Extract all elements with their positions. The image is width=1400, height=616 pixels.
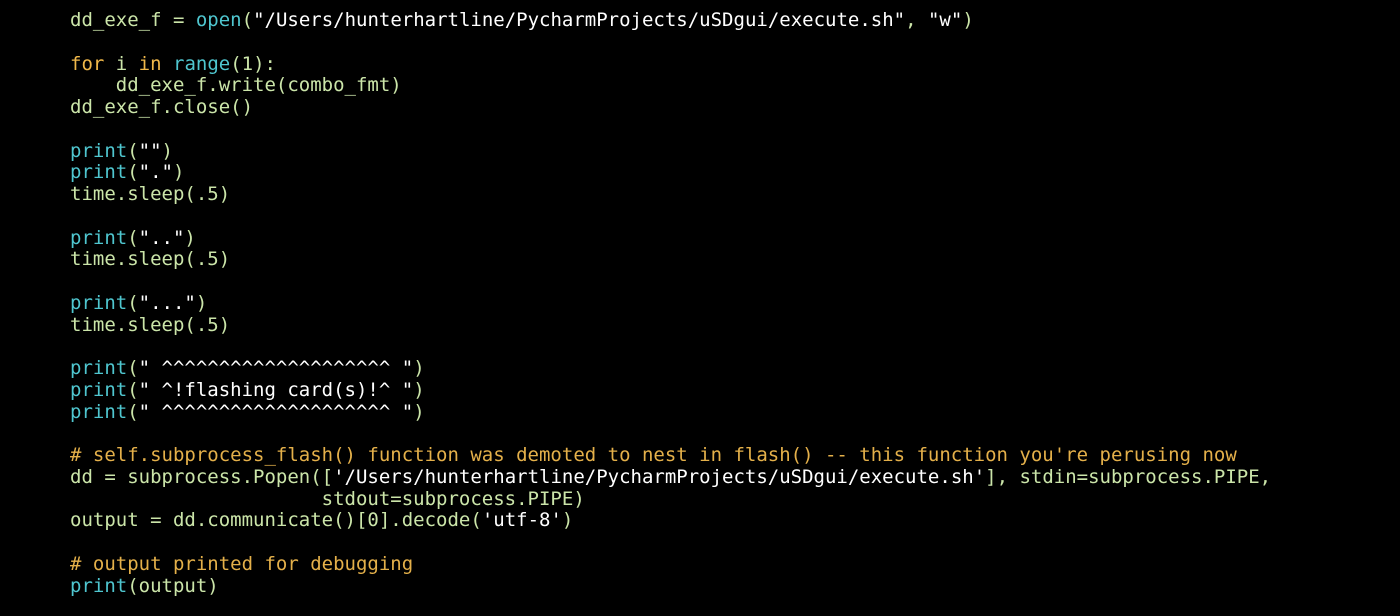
code-token: print (70, 357, 128, 379)
code-token: ) (561, 509, 574, 532)
code-token: open (195, 9, 242, 31)
code-token: ) (413, 378, 425, 401)
code-line: print(" ^^^^^^^^^^^^^^^^^^^^ ") (70, 400, 1390, 424)
code-token: 'utf-8' (481, 509, 562, 532)
code-token: i (104, 52, 139, 75)
code-token: " ^^^^^^^^^^^^^^^^^^^^ " (138, 400, 414, 423)
code-token: "w" (927, 9, 963, 31)
code-line: dd_exe_f.write(combo_fmt) (70, 74, 1390, 97)
code-token: "" (138, 139, 162, 162)
code-token: ( (127, 226, 139, 249)
code-line: for i in range(1): (70, 52, 1390, 76)
code-token: ( (127, 139, 139, 162)
code-token: print (70, 378, 128, 401)
code-token: dd_exe_f.close() (70, 96, 254, 118)
code-token: dd_exe_f = (70, 9, 196, 31)
code-line: # self.subprocess_flash() function was d… (70, 444, 1390, 467)
code-line: output = dd.communicate()[0].decode('utf… (70, 509, 1390, 532)
code-token: time.sleep(.5) (70, 248, 231, 271)
code-token: print (70, 226, 128, 249)
code-line: time.sleep(.5) (70, 248, 1390, 271)
code-line: print(" ^!flashing card(s)!^ ") (70, 378, 1390, 402)
code-token: (1): (230, 52, 276, 75)
code-line: time.sleep(.5) (70, 183, 1390, 206)
code-token: print (70, 139, 128, 162)
code-line: print(output) (70, 574, 1390, 598)
code-token: time.sleep(.5) (70, 313, 231, 336)
code-line: print("..") (70, 226, 1390, 250)
code-token: " ^^^^^^^^^^^^^^^^^^^^ " (138, 357, 414, 379)
code-token: dd_exe_f.write(combo_fmt) (70, 74, 402, 97)
code-token: dd = subprocess.Popen([ (70, 465, 334, 488)
code-token: ) (184, 226, 196, 249)
code-line: time.sleep(.5) (70, 313, 1390, 337)
code-token: ".." (138, 226, 185, 249)
code-editor: dd_exe_f = open("/Users/hunterhartline/P… (70, 9, 1390, 598)
code-token: ) (413, 400, 425, 423)
code-line: dd_exe_f = open("/Users/hunterhartline/P… (70, 9, 1390, 32)
code-token: ( (127, 357, 139, 379)
code-token: print (70, 161, 128, 184)
code-token: "." (138, 161, 173, 184)
code-token: stdout=subprocess.PIPE) (70, 487, 585, 510)
code-line: stdout=subprocess.PIPE) (70, 487, 1390, 511)
code-token: print (70, 291, 128, 314)
code-token: ( (127, 400, 139, 423)
code-token: ) (195, 291, 208, 314)
code-token: # self.subprocess_flash() function was d… (70, 444, 1237, 466)
code-token: ], stdin=subprocess.PIPE, (985, 465, 1272, 488)
code-token: ( (127, 161, 139, 184)
code-token: ) (413, 357, 425, 379)
code-token: "..." (138, 291, 196, 314)
code-token: ) (161, 139, 173, 162)
code-token: ( (241, 9, 254, 31)
code-token: '/Users/hunterhartline/PycharmProjects/u… (333, 465, 986, 488)
code-token: " ^!flashing card(s)!^ " (138, 378, 414, 401)
code-token: ) (962, 9, 974, 31)
code-line: dd_exe_f.close() (70, 96, 1390, 119)
code-token: range (173, 52, 231, 75)
code-line: print(".") (70, 161, 1390, 184)
code-token: ) (172, 161, 185, 184)
code-line: print("") (70, 139, 1390, 163)
code-token: for (70, 52, 105, 75)
code-line: dd = subprocess.Popen(['/Users/hunterhar… (70, 465, 1390, 489)
code-token: time.sleep(.5) (70, 183, 231, 205)
code-token: ( (127, 291, 139, 314)
code-token: print (70, 400, 128, 423)
code-line: print("...") (70, 291, 1390, 315)
code-token: , (905, 9, 928, 31)
code-token: output = dd.communicate()[0].decode( (70, 509, 482, 532)
code-token: in (138, 52, 162, 75)
code-token: (output) (127, 574, 219, 597)
code-token: print (70, 574, 128, 597)
code-token: ( (127, 378, 139, 401)
code-line: print(" ^^^^^^^^^^^^^^^^^^^^ ") (70, 357, 1390, 380)
code-line: # output printed for debugging (70, 552, 1390, 576)
code-token: # output printed for debugging (70, 552, 414, 575)
code-token: "/Users/hunterhartline/PycharmProjects/u… (253, 9, 906, 31)
